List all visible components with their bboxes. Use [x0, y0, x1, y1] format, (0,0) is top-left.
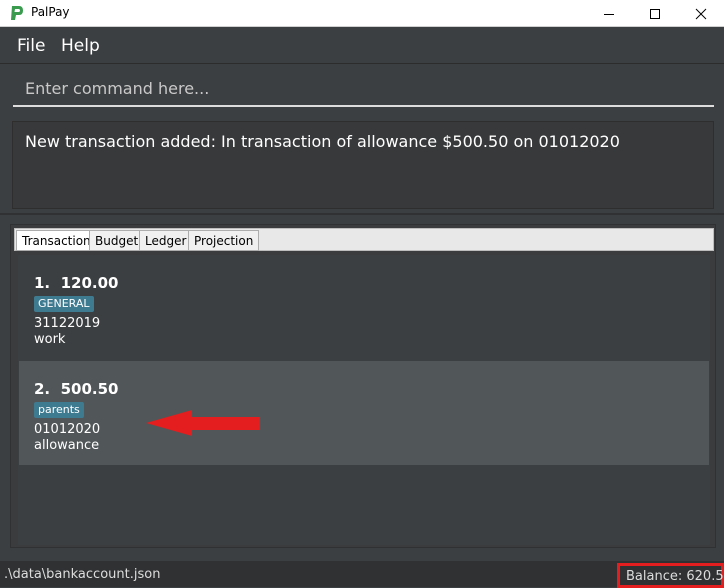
result-display: New transaction added: In transaction of…: [12, 121, 714, 209]
maximize-icon: [650, 8, 660, 19]
command-box: [0, 65, 724, 113]
transaction-title: 2. 500.50: [34, 380, 118, 398]
menu-help[interactable]: Help: [61, 36, 100, 56]
close-icon: [695, 8, 707, 19]
palpay-logo-icon: [11, 6, 23, 20]
main-panel: Transaction Budget Ledger Projection 1. …: [10, 224, 716, 548]
tab-projection[interactable]: Projection: [188, 230, 260, 251]
balance-label: Balance:: [626, 569, 683, 584]
minimize-button[interactable]: [586, 0, 632, 27]
window-title: PalPay: [31, 5, 70, 19]
title-bar: PalPay: [0, 0, 724, 27]
result-message: New transaction added: In transaction of…: [25, 132, 620, 151]
transaction-date: 31122019: [34, 316, 101, 331]
status-bar: .\data\bankaccount.json Balance: 620.50: [0, 561, 724, 588]
transaction-index: 1.: [34, 274, 51, 292]
tab-bar: Transaction Budget Ledger Projection: [14, 228, 714, 251]
command-input[interactable]: [13, 71, 714, 107]
tab-budget[interactable]: Budget: [89, 230, 145, 251]
close-button[interactable]: [678, 0, 724, 27]
tab-transaction[interactable]: Transaction: [16, 230, 97, 251]
maximize-button[interactable]: [632, 0, 678, 27]
transaction-amount: 500.50: [60, 380, 119, 398]
transaction-card[interactable]: 1. 120.00 GENERAL 31122019 work: [19, 255, 709, 359]
balance-display: Balance: 620.50: [626, 569, 724, 584]
transaction-index: 2.: [34, 380, 51, 398]
balance-value: 620.50: [686, 569, 724, 584]
annotation-arrow-icon: [146, 410, 260, 436]
transaction-date: 01012020: [34, 422, 101, 437]
tab-ledger[interactable]: Ledger: [139, 230, 193, 251]
transaction-list[interactable]: 1. 120.00 GENERAL 31122019 work 2. 500.5…: [18, 255, 710, 545]
transaction-description: allowance: [34, 438, 100, 453]
category-tag: GENERAL: [34, 296, 94, 312]
balance-highlight: Balance: 620.50: [617, 563, 724, 588]
divider: [0, 213, 724, 215]
transaction-title: 1. 120.00: [34, 274, 118, 292]
menu-file[interactable]: File: [17, 36, 45, 56]
transaction-amount: 120.00: [60, 274, 119, 292]
transaction-card-selected[interactable]: 2. 500.50 parents 01012020 allowance: [19, 361, 709, 465]
file-path: .\data\bankaccount.json: [4, 567, 161, 582]
category-tag: parents: [34, 402, 84, 418]
transaction-description: work: [34, 332, 66, 347]
menu-bar: File Help: [0, 27, 724, 64]
minimize-icon: [604, 13, 614, 15]
